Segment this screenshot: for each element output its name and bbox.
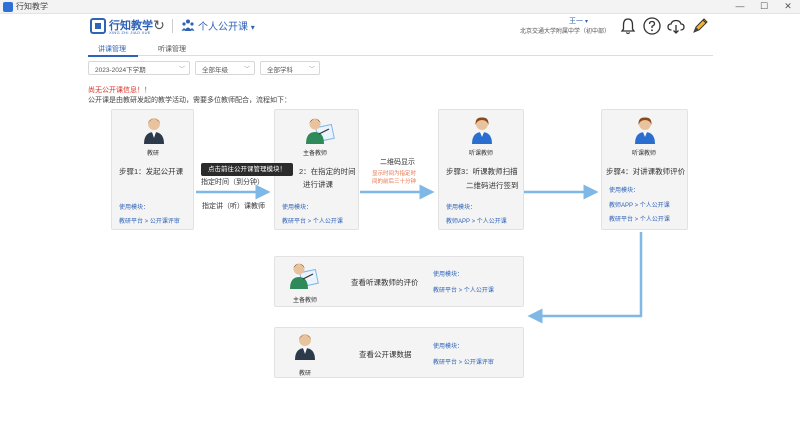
data-card: 教研 查看公开课数据 使用模块： 教研平台 > 公开课评审 (274, 327, 524, 378)
step2-title-line2: 进行讲课 (303, 180, 333, 189)
review-text: 查看听课教师的评价 (351, 278, 419, 287)
step4-role: 听课教师 (632, 151, 657, 157)
data-module-link[interactable]: 教研平台 > 公开课评审 (433, 357, 494, 366)
review-card: 主备教师 查看听课教师的评价 使用模块： 教研平台 > 个人公开课 (274, 256, 524, 307)
step1-card: 教研 步骤1：发起公开课 使用模块： 教研平台 > 公开课评审 (111, 109, 194, 230)
tooltip: 点击前往公开课管理模块！ (201, 163, 293, 176)
listening-teacher-avatar-icon (472, 117, 492, 144)
qr-annotation: 二维码显示 (380, 159, 415, 166)
qr-hint-line2: 间的前后三十分钟 (372, 179, 417, 185)
step4-module-link-platform[interactable]: 教研平台 > 个人公开课 (609, 214, 670, 223)
step2-title-line1: 2：在指定的时间 (299, 167, 356, 176)
data-text: 查看公开课数据 (359, 350, 412, 359)
step2-module-link[interactable]: 教研平台 > 个人公开课 (282, 216, 343, 225)
step2-role: 主备教师 (303, 151, 328, 157)
step4-module-link-app[interactable]: 教师APP > 个人公开课 (609, 200, 670, 209)
step3-module-link[interactable]: 教师APP > 个人公开课 (446, 216, 507, 225)
researcher-avatar-icon (295, 334, 315, 360)
lead-teacher-avatar-icon (306, 118, 335, 144)
step4-module-label: 使用模块： (609, 188, 640, 194)
step3-module-label: 使用模块： (446, 205, 477, 211)
data-role: 教研 (299, 371, 312, 377)
review-role: 主备教师 (293, 298, 318, 304)
time-annotation: 指定时间（到分钟） (201, 179, 264, 186)
step3-title-line2: 二维码进行签到 (466, 181, 519, 190)
listening-teacher-avatar-icon (635, 117, 655, 144)
arrow-step4-to-review (527, 232, 643, 324)
teacher-annotation: 指定讲（听）课教师 (202, 203, 265, 210)
step1-module-label: 使用模块： (119, 205, 150, 211)
step4-title: 步骤4：对讲课教师评价 (606, 167, 686, 176)
step1-title: 步骤1：发起公开课 (119, 167, 184, 176)
researcher-avatar-icon (144, 118, 164, 144)
review-module-label: 使用模块： (433, 272, 464, 278)
qr-hint-line1: 显示时间为指定时 (372, 171, 417, 177)
step4-card: 听课教师 步骤4：对讲课教师评价 使用模块： 教师APP > 个人公开课 教研平… (601, 109, 688, 230)
step3-card: 听课教师 步骤3：听课教师扫描 二维码进行签到 使用模块： 教师APP > 个人… (438, 109, 524, 230)
lead-teacher-avatar-icon (290, 263, 319, 289)
step2-module-label: 使用模块： (282, 205, 313, 211)
step1-role: 教研 (147, 151, 160, 157)
step3-title-line1: 步骤3：听课教师扫描 (446, 167, 518, 176)
step3-role: 听课教师 (469, 151, 494, 157)
review-module-link[interactable]: 教研平台 > 个人公开课 (433, 285, 494, 294)
data-module-label: 使用模块： (433, 344, 464, 350)
step1-module-link[interactable]: 教研平台 > 公开课评审 (119, 216, 180, 225)
